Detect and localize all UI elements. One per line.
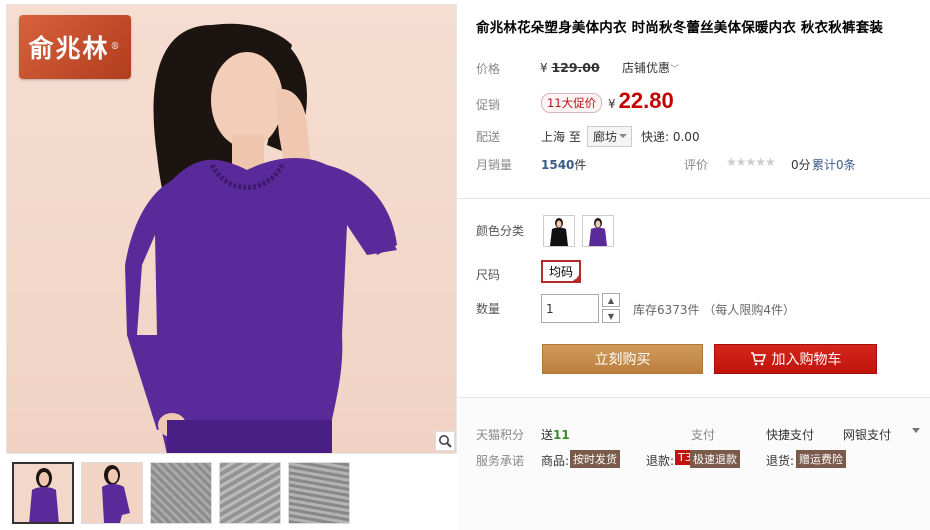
promise-return-badge[interactable]: 赠运费险 [796,450,846,468]
promo-price: ¥22.80 [608,88,674,114]
size-option-label: 均码 [548,265,573,279]
cart-icon [750,352,766,366]
promo-price-currency: ¥ [608,97,616,111]
quantity-input[interactable] [541,294,599,323]
color-swatch-black[interactable] [543,215,575,247]
brand-logo: 俞兆林 ® [19,15,131,79]
buy-now-button[interactable]: 立刻购买 [542,344,703,374]
rating-score: 0分 [791,158,811,172]
stock-info: 库存6373件 （每人限购4件） [633,303,795,317]
zoom-icon[interactable] [435,431,455,451]
promise-refund-badge[interactable]: 极速退款 [690,450,740,468]
shipping-destination-value: 廊坊 [593,130,618,144]
thumbnail-model-front[interactable] [12,462,74,524]
points-value: 送11 [541,426,570,443]
points-prefix: 送 [541,428,554,442]
promise-return-prefix: 退货: [766,454,795,468]
monthly-sales-value: 1540件 [541,156,586,173]
thumbnail-lace-detail-3[interactable] [288,462,350,524]
promo-tag: 11大促价 [541,93,603,113]
monthly-sales-count: 1540 [541,158,575,172]
quantity-label: 数量 [476,302,501,316]
color-swatch-purple[interactable] [582,215,614,247]
add-to-cart-label: 加入购物车 [771,352,842,368]
points-amount: 11 [553,428,570,442]
payment-more-icon[interactable] [912,428,920,433]
original-price-amount: 129.00 [551,60,600,75]
original-price: ¥ 129.00 [540,60,600,75]
thumbnail-lace-detail-1[interactable] [150,462,212,524]
add-to-cart-button[interactable]: 加入购物车 [714,344,877,374]
size-label: 尺码 [476,268,501,282]
rating-label: 评价 [684,158,709,172]
quantity-decrease-button[interactable]: ▼ [602,309,620,323]
monthly-sales-label: 月销量 [476,158,513,172]
shop-promo-label: 店铺优惠 [622,61,671,75]
size-option-selected[interactable]: 均码 [541,260,581,283]
payment-option-quick[interactable]: 快捷支付 [766,426,814,443]
service-promise-label: 服务承诺 [476,454,525,468]
shipping-label: 配送 [476,130,501,144]
shipping-destination-select[interactable]: 廊坊 [587,126,633,147]
brand-logo-text: 俞兆林 [28,34,110,63]
color-label: 颜色分类 [476,224,525,238]
rating-stars-icon: ★★★★★ [726,155,776,169]
original-price-currency: ¥ [540,61,548,75]
price-label: 价格 [476,62,501,76]
shop-promo-dropdown[interactable]: 店铺优惠﹀ [622,59,679,76]
thumbnail-lace-detail-2[interactable] [219,462,281,524]
product-title: 俞兆林花朵塑身美体内衣 时尚秋冬蕾丝美体保暖内衣 秋衣秋裤套装 [476,20,884,36]
shipping-fee: 快递: 0.00 [641,130,700,144]
payment-label: 支付 [691,428,716,442]
shipping-from: 上海 至 [541,130,581,144]
promo-price-amount: 22.80 [618,88,674,113]
promise-goods-badge[interactable]: 按时发货 [570,450,620,468]
quantity-increase-button[interactable]: ▲ [602,293,620,307]
chevron-down-icon: ▼ [607,311,615,321]
thumbnail-model-pose[interactable] [81,462,143,524]
chevron-down-icon: ﹀ [670,64,680,74]
promise-refund-prefix: 退款: [646,454,675,468]
main-product-image[interactable]: 俞兆林 ® [6,4,457,454]
promo-label: 促销 [476,98,501,112]
payment-option-netbank[interactable]: 网银支付 [843,426,891,443]
promise-goods-prefix: 商品: [541,454,570,468]
rating-count-link[interactable]: 累计0条 [812,156,856,173]
section-divider [458,198,930,199]
thumbnail-strip [12,462,357,524]
chevron-up-icon: ▲ [607,295,615,305]
monthly-sales-unit: 件 [574,158,587,172]
points-label: 天猫积分 [476,428,525,442]
checkmark-icon [571,273,581,283]
